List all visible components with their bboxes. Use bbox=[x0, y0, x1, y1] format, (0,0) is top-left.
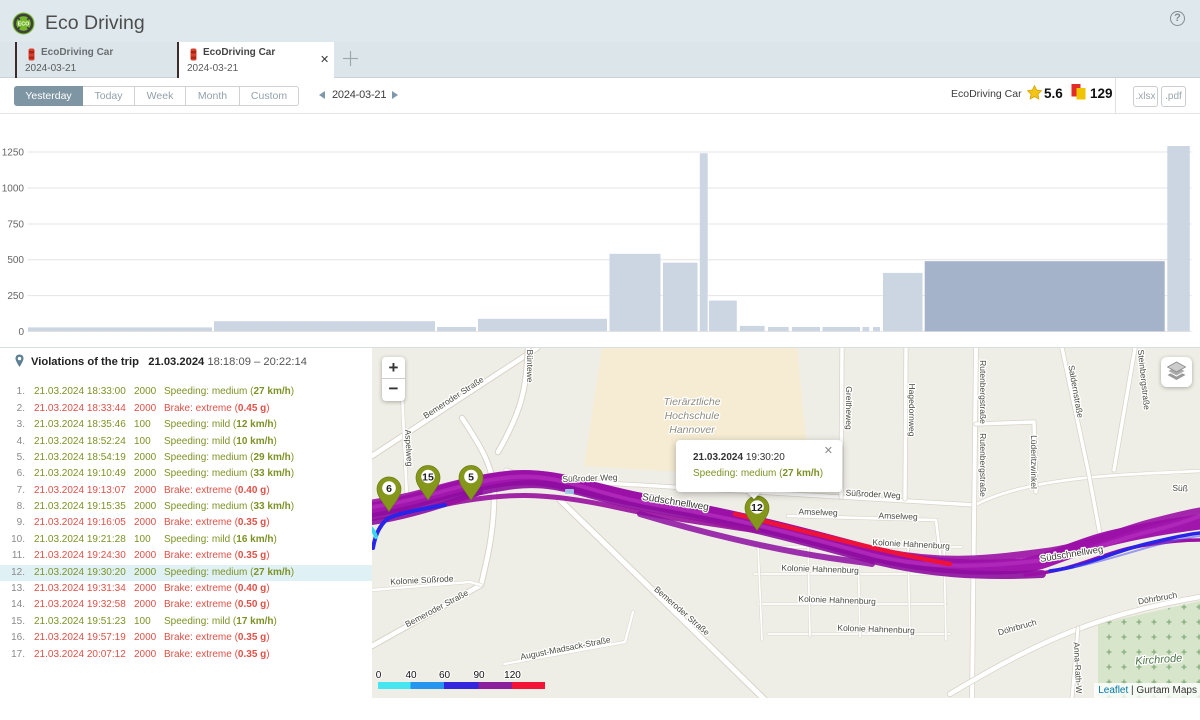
svg-text:40: 40 bbox=[405, 670, 417, 681]
svg-text:Rutenbergstraße: Rutenbergstraße bbox=[978, 433, 988, 497]
svg-text:90: 90 bbox=[473, 670, 485, 681]
svg-text:Greitheweg: Greitheweg bbox=[844, 386, 854, 430]
svg-text:Bemeroder Straße: Bemeroder Straße bbox=[421, 374, 485, 421]
svg-text:Süßroder Weg: Süßroder Weg bbox=[562, 472, 618, 484]
svg-text:Tierärztliche: Tierärztliche bbox=[663, 396, 720, 408]
svg-text:Büntewe: Büntewe bbox=[525, 349, 535, 382]
svg-text:750: 750 bbox=[7, 220, 24, 231]
svg-text:6: 6 bbox=[386, 483, 392, 495]
svg-text:Hannover: Hannover bbox=[669, 424, 715, 436]
svg-text:250: 250 bbox=[7, 291, 24, 302]
svg-text:Aspelweg: Aspelweg bbox=[403, 429, 415, 467]
svg-text:Amselweg: Amselweg bbox=[798, 506, 838, 517]
svg-text:Hochschule: Hochschule bbox=[665, 410, 720, 422]
svg-text:15: 15 bbox=[422, 471, 434, 483]
svg-text:Hagedornweg: Hagedornweg bbox=[907, 384, 917, 437]
svg-text:Steinbergstraße: Steinbergstraße bbox=[1136, 349, 1152, 410]
svg-text:Döhrbruch: Döhrbruch bbox=[997, 617, 1038, 638]
svg-text:0: 0 bbox=[18, 327, 24, 338]
svg-text:500: 500 bbox=[7, 255, 24, 266]
svg-text:Bemeroder Straße: Bemeroder Straße bbox=[403, 587, 470, 629]
svg-text:0: 0 bbox=[376, 670, 382, 681]
svg-text:Süß: Süß bbox=[1172, 483, 1188, 494]
svg-text:120: 120 bbox=[504, 670, 521, 681]
svg-text:1000: 1000 bbox=[2, 184, 25, 195]
svg-text:Amselweg: Amselweg bbox=[878, 510, 918, 521]
svg-text:1250: 1250 bbox=[2, 148, 25, 159]
svg-text:12: 12 bbox=[751, 502, 763, 514]
svg-text:ECO: ECO bbox=[18, 21, 30, 27]
svg-text:5: 5 bbox=[468, 471, 474, 483]
svg-text:Rutenbergstraße: Rutenbergstraße bbox=[978, 360, 988, 424]
svg-text:Bemeroder Straße: Bemeroder Straße bbox=[652, 584, 712, 638]
svg-text:Lüderitzwinkel: Lüderitzwinkel bbox=[1029, 435, 1039, 489]
svg-text:60: 60 bbox=[439, 670, 451, 681]
